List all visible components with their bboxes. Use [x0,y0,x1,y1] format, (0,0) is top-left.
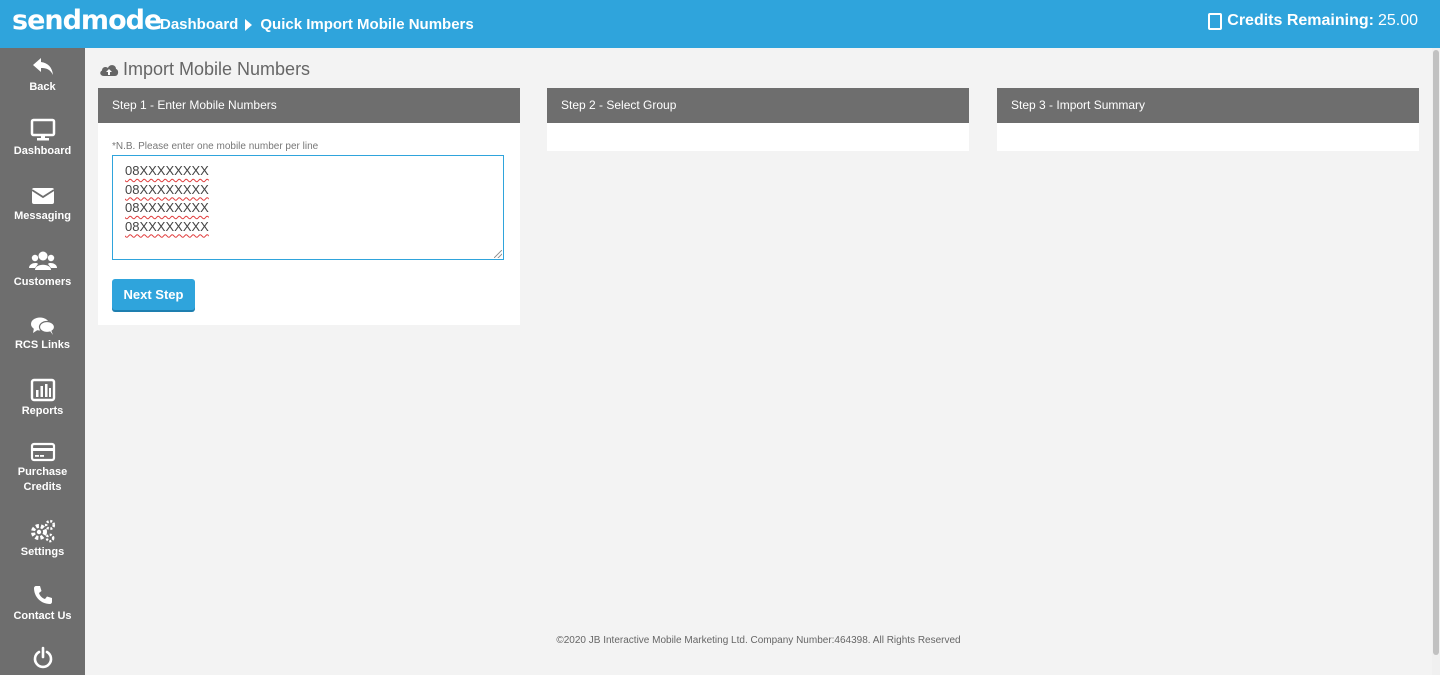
sidebar-item-label: Back [29,81,56,93]
scrollbar-thumb[interactable] [1433,50,1439,655]
next-step-button[interactable]: Next Step [112,279,195,310]
sidebar-item-label: Customers [13,276,72,288]
mobile-number-line: 08XXXXXXXX [125,218,209,234]
mobile-numbers-textarea[interactable]: 08XXXXXXXX 08XXXXXXXX 08XXXXXXXX 08XXXXX… [112,155,504,260]
credit-card-icon [30,442,55,462]
step1-panel: Step 1 - Enter Mobile Numbers *N.B. Plea… [98,88,520,325]
main-content: Import Mobile Numbers Step 1 - Enter Mob… [85,48,1432,675]
bar-chart-icon [30,378,55,402]
desktop-icon [30,118,55,141]
breadcrumb-current: Quick Import Mobile Numbers [260,16,474,33]
step1-heading: Step 1 - Enter Mobile Numbers [98,88,520,123]
sidebar-item-dashboard[interactable]: Dashboard [0,118,85,159]
mobile-number-line: 08XXXXXXXX [125,200,209,215]
step3-panel: Step 3 - Import Summary [997,88,1419,151]
sidebar-item-logout[interactable] [0,646,85,672]
resize-handle[interactable] [494,250,502,258]
comments-icon [30,317,55,335]
scrollbar[interactable] [1432,48,1440,675]
phone-icon [33,586,52,604]
envelope-icon [31,188,54,204]
reply-icon [32,58,53,75]
step2-heading: Step 2 - Select Group [547,88,969,123]
sidebar-item-settings[interactable]: Settings [0,519,85,560]
sidebar-item-label: Settings [20,546,65,558]
mobile-number-line: 08XXXXXXXX [125,163,209,178]
sendmode-logo[interactable]: sendmode [12,5,162,36]
top-bar: sendmode Dashboard Quick Import Mobile N… [0,0,1440,48]
sidebar-item-contact-us[interactable]: Contact Us [0,583,85,624]
page-title-text: Import Mobile Numbers [123,59,311,79]
sidebar: Back Dashboard Messaging Customers RCS L… [0,48,85,675]
caret-right-icon [245,18,253,31]
sidebar-item-label: Contact Us [13,610,72,622]
step1-note: *N.B. Please enter one mobile number per… [112,141,319,152]
breadcrumb-dashboard-link[interactable]: Dashboard [160,16,238,33]
footer-copyright: ©2020 JB Interactive Mobile Marketing Lt… [556,635,961,646]
sidebar-item-rcs-links[interactable]: RCS Links [0,316,85,353]
breadcrumb: Dashboard Quick Import Mobile Numbers [160,16,474,33]
mobile-number-line: 08XXXXXXXX [125,181,209,197]
step2-panel: Step 2 - Select Group [547,88,969,151]
credits-value: 25.00 [1377,12,1418,29]
sidebar-item-back[interactable]: Back [0,56,85,95]
tablet-icon [1208,12,1223,30]
sidebar-item-reports[interactable]: Reports [0,378,85,419]
sidebar-item-label: RCS Links [14,339,70,351]
sidebar-item-label: Messaging [14,210,71,222]
credits-remaining: Credits Remaining: 25.00 [1208,12,1418,30]
sidebar-item-label: Reports [21,405,64,417]
cloud-upload-icon [100,64,119,76]
power-icon [33,646,52,669]
sidebar-item-purchase-credits[interactable]: Purchase Credits [0,441,85,495]
sidebar-item-label: Dashboard [13,145,72,157]
sidebar-item-label: Purchase Credits [17,466,68,493]
cogs-icon [30,519,55,543]
step3-heading: Step 3 - Import Summary [997,88,1419,123]
page-title: Import Mobile Numbers [99,59,310,80]
users-icon [28,251,57,270]
credits-label: Credits Remaining: [1227,12,1374,29]
sidebar-item-messaging[interactable]: Messaging [0,185,85,224]
sidebar-item-customers[interactable]: Customers [0,249,85,290]
